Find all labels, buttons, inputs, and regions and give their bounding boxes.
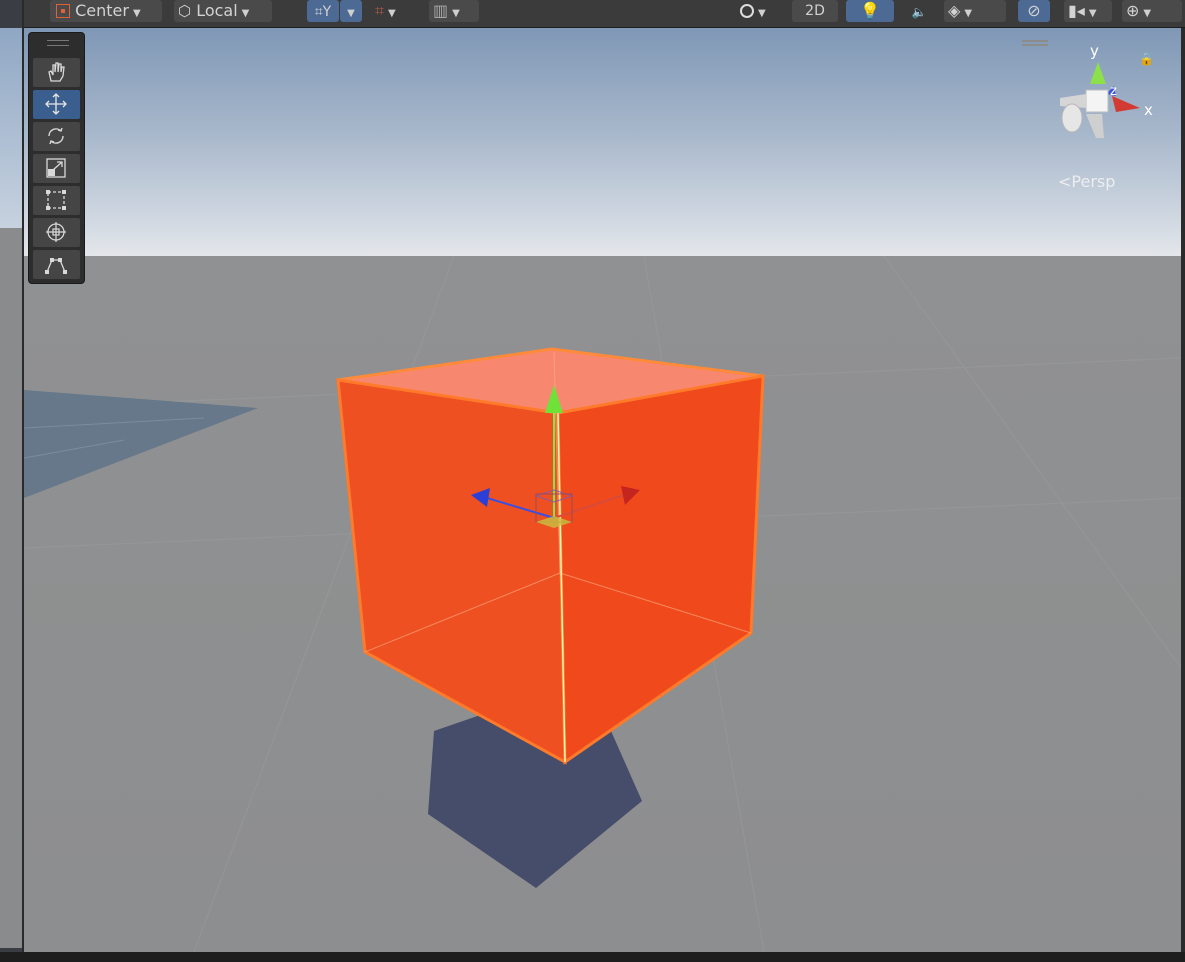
chevron-down-icon: ▼ [964,8,973,19]
gizmo-x-label: x [1144,101,1153,119]
audio-toggle[interactable]: 🔈 [904,0,934,22]
chevron-down-icon: ▼ [347,8,355,19]
rect-tool-button[interactable] [33,186,80,215]
skybox [24,28,1181,260]
gizmos-dropdown[interactable]: ⊕ ▼ [1122,0,1182,22]
gizmo-overlay-menu-icon[interactable] [1022,40,1048,46]
chevron-down-icon: ▼ [452,8,460,19]
camera-settings-dropdown[interactable]: ▮◂ ▼ [1064,0,1112,22]
scene-render: y z x [24,28,1181,952]
gizmo-center-cube-icon[interactable] [1085,89,1109,113]
projection-toggle[interactable]: <Persp [1058,172,1115,191]
scene-window: Center ▼ ⬡ Local ▼ ⌗Y ▼ ⌗ ▼ ▥ ▼ ▼ 2D 💡 🔈 ◈ ▼ [0,0,1185,962]
tools-overlay [28,32,85,284]
pivot-mode-label: Center [75,1,129,20]
scene-viewport[interactable]: y z x [24,28,1181,952]
effects-dropdown[interactable]: ◈ ▼ [944,0,1006,22]
rotate-icon [48,127,64,145]
grid-axis-icon: ⌗Y [314,4,332,20]
effects-layers-icon: ◈ [948,1,961,20]
chevron-down-icon: ▼ [1143,8,1152,19]
toggle-2d-label: 2D [805,3,825,19]
grid-visibility-toggle[interactable]: ▥ ▼ [429,0,479,22]
hand-icon [48,62,65,82]
scene-visibility-toggle[interactable]: ⊘ [1018,0,1050,22]
pivot-mode-dropdown[interactable]: Center ▼ [50,0,162,22]
move-tool-button[interactable] [33,90,80,119]
hand-tool-button[interactable] [33,58,80,87]
chevron-down-icon: ▼ [132,8,141,19]
lighting-toggle[interactable]: 💡 [846,0,894,22]
pivot-rotation-dropdown[interactable]: ⬡ Local ▼ [174,0,272,22]
gizmo-z-label: z [1110,84,1117,99]
camera-icon: ▮◂ [1068,1,1085,20]
grid-snapping-toggle[interactable]: ⌗Y [307,0,339,22]
gizmos-globe-icon: ⊕ [1126,1,1140,20]
scene-toolbar: Center ▼ ⬡ Local ▼ ⌗Y ▼ ⌗ ▼ ▥ ▼ ▼ 2D 💡 🔈 ◈ ▼ [24,0,1185,28]
audio-icon: 🔈 [911,5,927,19]
grid-icon: ▥ [433,1,449,20]
transform-icon [46,222,66,242]
chevron-left-icon: < [1058,172,1072,191]
adjacent-panel-edge [0,0,22,962]
overlay-drag-handle[interactable] [47,40,69,46]
scale-icon [46,158,66,178]
draw-mode-dropdown[interactable]: ▼ [734,0,786,22]
chevron-down-icon: ▼ [241,8,250,19]
custom-tool-icon [45,258,67,274]
window-bottom-border [0,952,1185,962]
rotate-tool-button[interactable] [33,122,80,151]
chevron-down-icon: ▼ [388,8,396,19]
snap-increment-toggle[interactable]: ⌗ ▼ [369,0,419,22]
chevron-down-icon: ▼ [1088,8,1097,19]
snap-icon: ⌗ [375,1,385,20]
move-arrows-icon [45,93,67,115]
rect-transform-icon [46,190,66,210]
toggle-2d-button[interactable]: 2D [792,0,838,22]
grid-axis-dropdown[interactable]: ▼ [340,0,362,22]
pivot-center-icon [56,4,70,18]
pivot-rotation-label: Local [196,1,238,20]
window-right-border [1181,28,1185,952]
local-cube-icon: ⬡ [178,2,192,20]
custom-tool-button[interactable] [33,250,80,279]
lock-icon[interactable]: 🔒 [1139,52,1154,66]
lightbulb-icon: 💡 [860,1,880,20]
gizmo-y-label: y [1090,42,1099,60]
projection-label: Persp [1071,172,1116,191]
shading-mode-icon [740,4,754,18]
scale-tool-button[interactable] [33,154,80,183]
chevron-down-icon: ▼ [758,8,766,19]
transform-tool-button[interactable] [33,218,80,247]
eye-hidden-icon: ⊘ [1027,1,1041,20]
